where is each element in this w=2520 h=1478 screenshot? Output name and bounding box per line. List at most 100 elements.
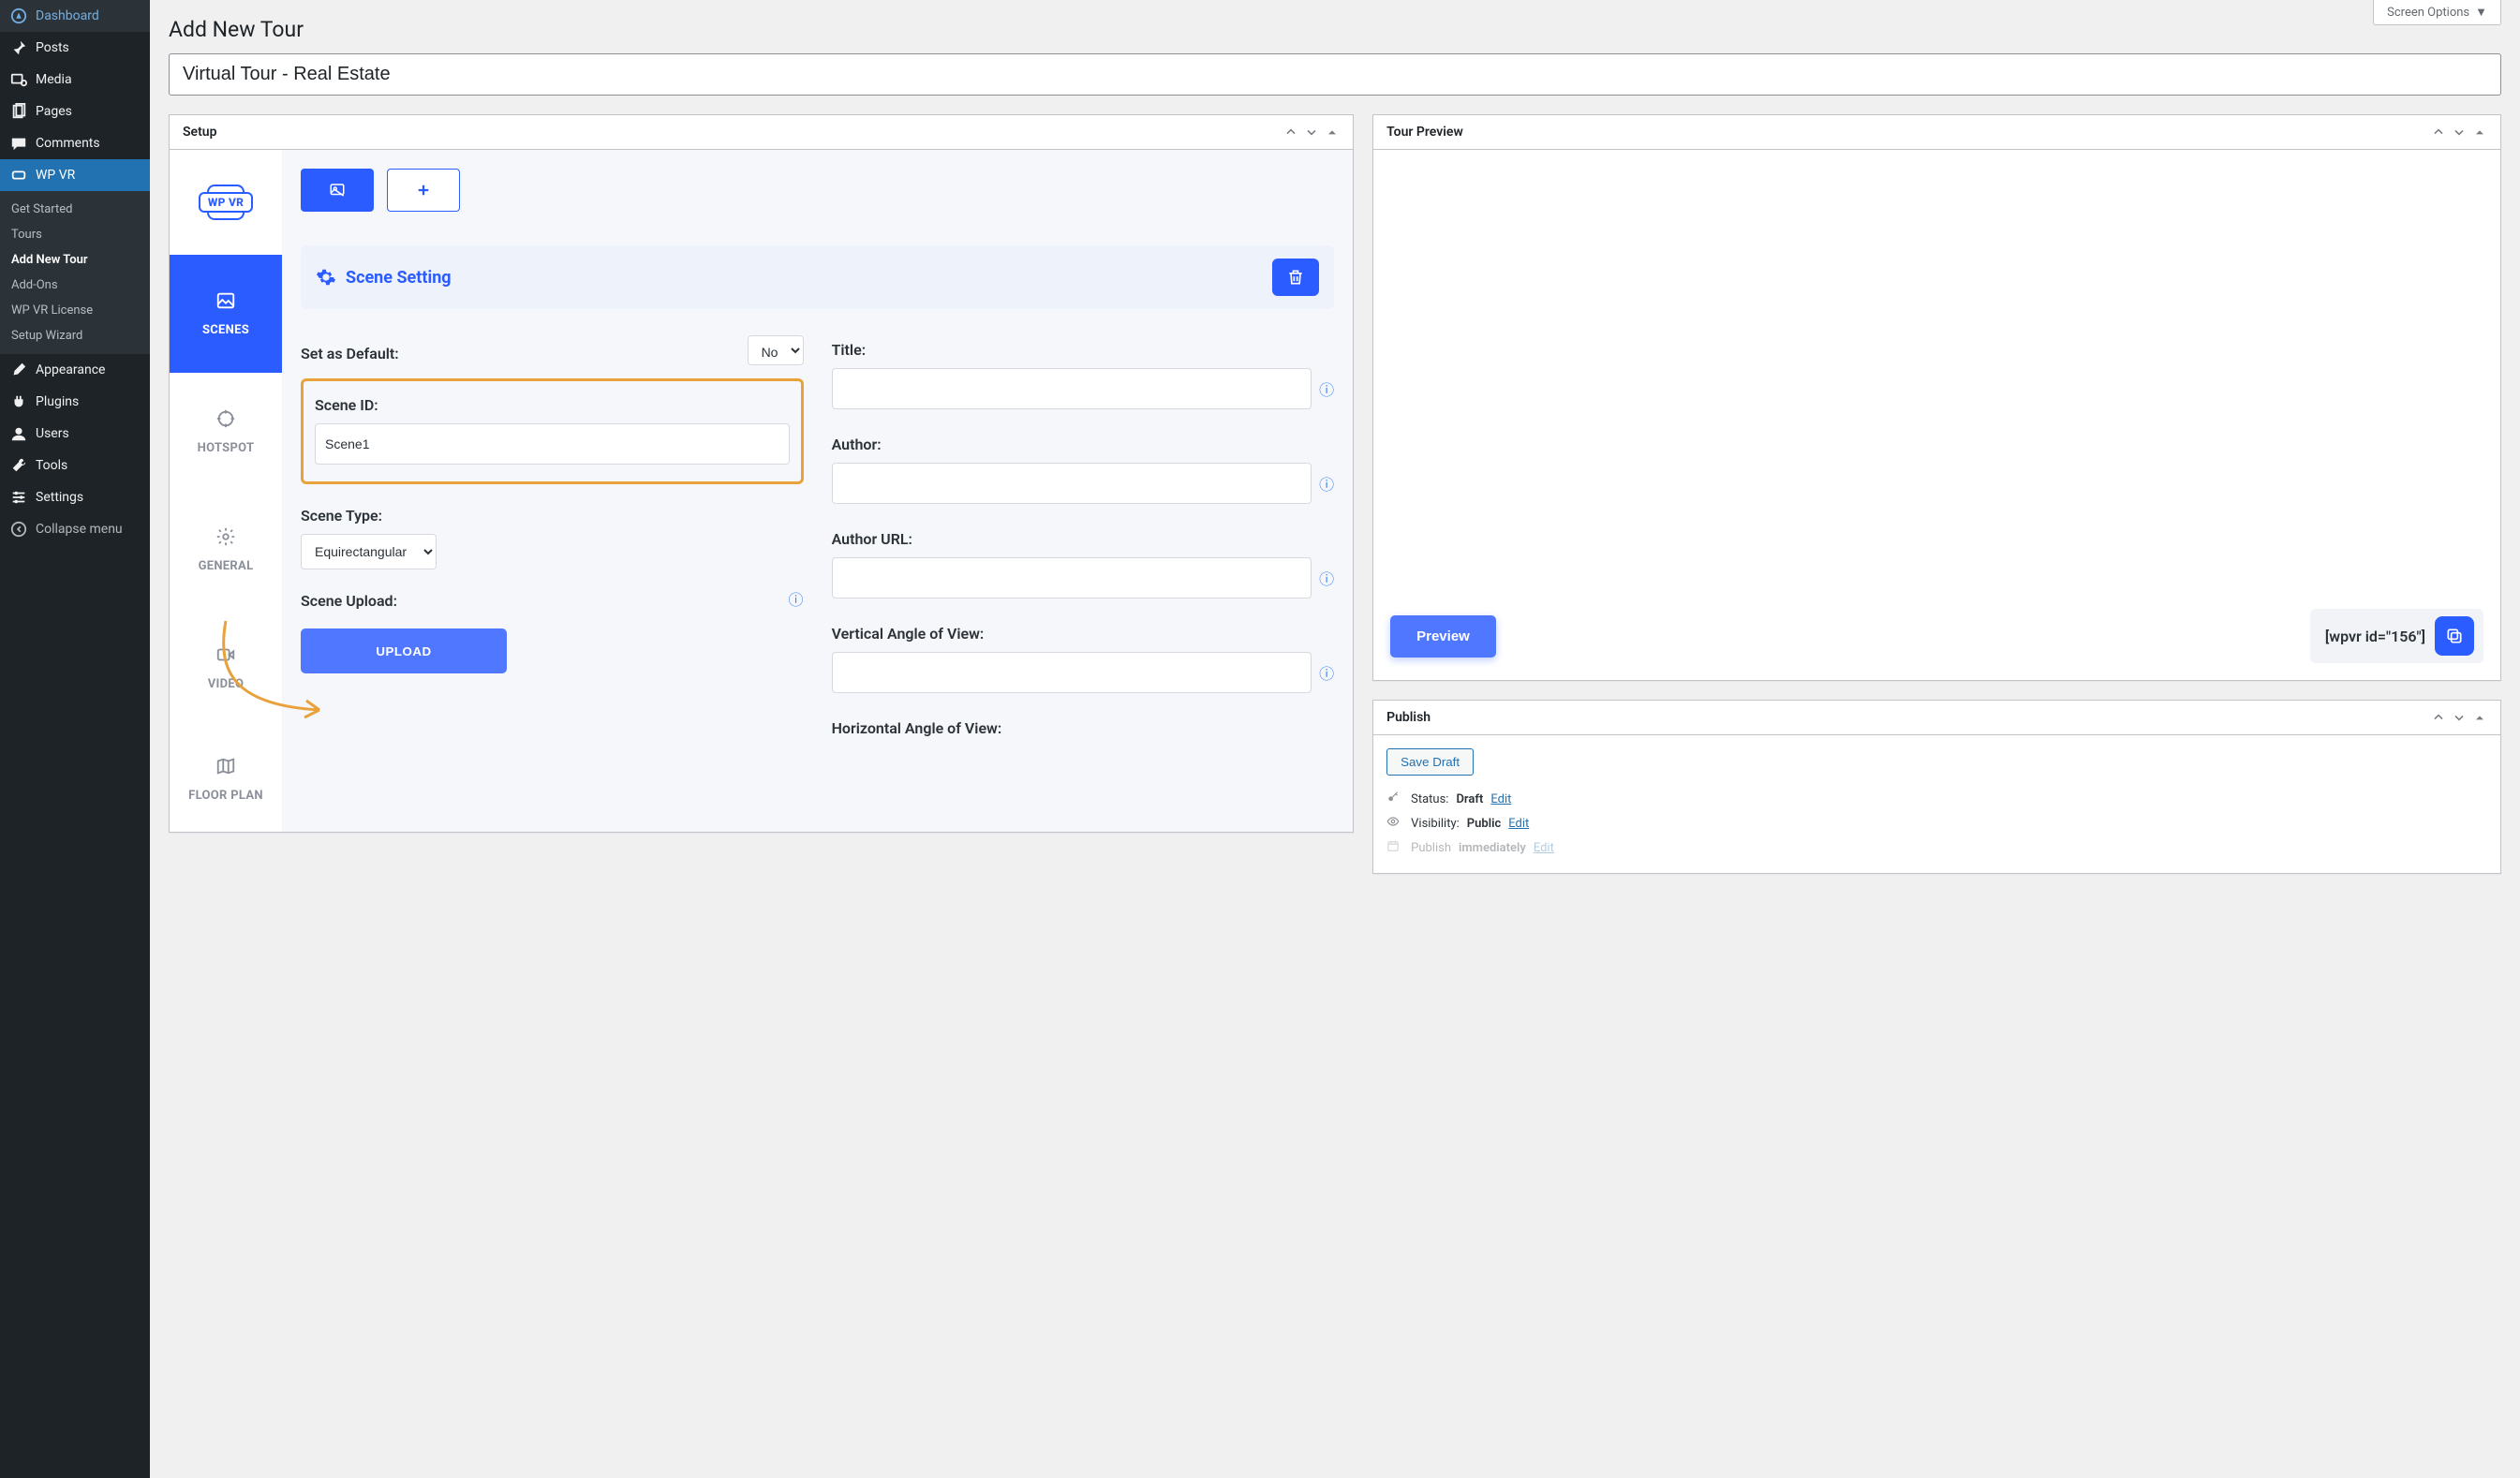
info-icon[interactable]: ⓘ (1319, 377, 1334, 400)
delete-scene-button[interactable] (1272, 259, 1319, 296)
sidebar-label: Tools (36, 458, 67, 473)
sidebar-label: Settings (36, 490, 83, 505)
subitem-setup-wizard[interactable]: Setup Wizard (0, 323, 150, 348)
v-angle-input[interactable] (832, 652, 1312, 693)
sidebar-item-settings[interactable]: Settings (0, 481, 150, 513)
move-down-icon[interactable] (2452, 125, 2467, 140)
dashboard-icon (9, 7, 28, 24)
info-icon[interactable]: ⓘ (1319, 567, 1334, 589)
info-icon[interactable]: ⓘ (1319, 472, 1334, 495)
preview-button[interactable]: Preview (1390, 615, 1496, 658)
set-default-label: Set as Default: (301, 345, 399, 362)
add-scene-button[interactable] (387, 169, 460, 212)
plus-icon (415, 182, 432, 199)
preview-postbox: Tour Preview Preview [wpvr id="156"] (1372, 114, 2501, 681)
pages-icon (9, 103, 28, 120)
sidebar-label: WP VR (36, 168, 75, 183)
sidebar-item-dashboard[interactable]: Dashboard (0, 0, 150, 32)
save-draft-button[interactable]: Save Draft (1386, 748, 1474, 776)
shortcode-box: [wpvr id="156"] (2310, 609, 2483, 663)
admin-sidebar: Dashboard Posts Media Pages Comments WP … (0, 0, 150, 1478)
sidebar-label: Pages (36, 104, 72, 119)
sidebar-item-wpvr[interactable]: WP VR (0, 159, 150, 191)
sidebar-label: Appearance (36, 362, 105, 377)
sidebar-item-users[interactable]: Users (0, 418, 150, 450)
title-input[interactable] (832, 368, 1312, 409)
image-icon (215, 290, 236, 316)
info-icon[interactable]: ⓘ (789, 587, 804, 610)
wpvr-icon (9, 167, 28, 184)
tab-label: GENERAL (199, 559, 254, 573)
scene-id-input[interactable] (315, 423, 790, 465)
tab-scenes[interactable]: SCENES (170, 255, 282, 373)
tab-general[interactable]: GENERAL (170, 491, 282, 609)
title-label: Title: (832, 341, 1335, 359)
move-up-icon[interactable] (1283, 125, 1298, 140)
sidebar-item-appearance[interactable]: Appearance (0, 354, 150, 386)
tab-label: FLOOR PLAN (188, 789, 263, 803)
screen-options-toggle[interactable]: Screen Options ▼ (2373, 0, 2501, 25)
subitem-get-started[interactable]: Get Started (0, 197, 150, 222)
author-url-input[interactable] (832, 557, 1312, 599)
edit-visibility-link[interactable]: Edit (1508, 817, 1529, 831)
page-title: Add New Tour (150, 0, 2520, 53)
sidebar-label: Media (36, 72, 72, 87)
preview-canvas (1373, 150, 2500, 609)
collapse-menu[interactable]: Collapse menu (0, 513, 150, 545)
copy-icon (2445, 627, 2464, 645)
author-url-label: Author URL: (832, 530, 1335, 548)
scene-type-select[interactable]: Equirectangular (301, 534, 437, 569)
upload-button[interactable]: UPLOAD (301, 628, 507, 673)
scene-tab-current[interactable] (301, 169, 374, 212)
sidebar-item-posts[interactable]: Posts (0, 32, 150, 64)
subitem-add-ons[interactable]: Add-Ons (0, 273, 150, 298)
tab-hotspot[interactable]: HOTSPOT (170, 373, 282, 491)
status-value: Draft (1456, 792, 1483, 806)
eye-icon (1386, 815, 1403, 832)
sliders-icon (9, 489, 28, 506)
chevron-down-icon: ▼ (2475, 5, 2487, 20)
tab-floorplan[interactable]: FLOOR PLAN (170, 727, 282, 832)
tour-title-input[interactable] (169, 53, 2501, 96)
sidebar-item-plugins[interactable]: Plugins (0, 386, 150, 418)
edit-status-link[interactable]: Edit (1490, 792, 1511, 806)
scene-id-highlight: Scene ID: (301, 378, 804, 484)
video-icon (215, 644, 236, 670)
author-label: Author: (832, 436, 1335, 453)
subitem-wpvr-license[interactable]: WP VR License (0, 298, 150, 323)
move-up-icon[interactable] (2431, 125, 2446, 140)
move-down-icon[interactable] (1304, 125, 1319, 140)
sidebar-item-media[interactable]: Media (0, 64, 150, 96)
toggle-panel-icon[interactable] (1325, 125, 1340, 140)
setup-tabs: WP VR SCENES HOTSPOT (170, 150, 282, 832)
calendar-icon (1386, 839, 1403, 856)
move-up-icon[interactable] (2431, 710, 2446, 725)
gear-icon (215, 526, 236, 552)
toggle-panel-icon[interactable] (2472, 125, 2487, 140)
sidebar-item-comments[interactable]: Comments (0, 127, 150, 159)
edit-schedule-link[interactable]: Edit (1534, 841, 1554, 855)
subitem-add-new-tour[interactable]: Add New Tour (0, 247, 150, 273)
tab-video[interactable]: VIDEO (170, 609, 282, 727)
sidebar-item-pages[interactable]: Pages (0, 96, 150, 127)
toggle-panel-icon[interactable] (2472, 710, 2487, 725)
sidebar-item-tools[interactable]: Tools (0, 450, 150, 481)
copy-shortcode-button[interactable] (2435, 616, 2474, 656)
user-icon (9, 425, 28, 442)
key-icon (1386, 791, 1403, 807)
brush-icon (9, 362, 28, 378)
setup-heading: Setup (183, 125, 216, 140)
pin-icon (9, 39, 28, 56)
set-default-select[interactable]: No (748, 335, 804, 365)
main-content: Screen Options ▼ Add New Tour Setup (150, 0, 2520, 1478)
tab-label: HOTSPOT (198, 441, 255, 455)
info-icon[interactable]: ⓘ (1319, 661, 1334, 684)
subitem-tours[interactable]: Tours (0, 222, 150, 247)
author-input[interactable] (832, 463, 1312, 504)
screen-options-label: Screen Options (2387, 6, 2469, 20)
sidebar-label: Plugins (36, 394, 79, 409)
comment-icon (9, 135, 28, 152)
move-down-icon[interactable] (2452, 710, 2467, 725)
sidebar-label: Posts (36, 40, 69, 55)
publish-imm-value: immediately (1459, 841, 1526, 855)
